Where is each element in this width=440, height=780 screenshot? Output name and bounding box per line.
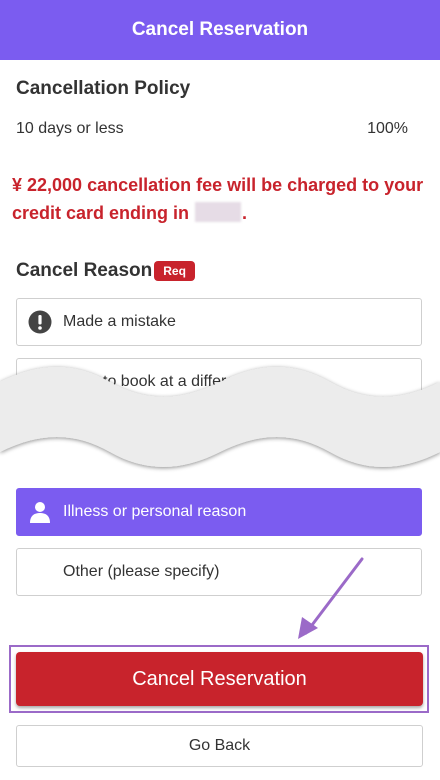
masked-card-number [195, 202, 242, 222]
warning-line-1: ¥ 22,000 cancellation fee will be charge… [12, 175, 424, 195]
cancel-reason-label: Cancel Reason [16, 260, 153, 281]
warning-period: . [242, 203, 248, 223]
policy-rate: 100% [367, 120, 408, 137]
reason-option-label: Illness or personal reason [63, 503, 247, 520]
policy-title: Cancellation Policy [16, 78, 191, 99]
reason-option-label: Made a mistake [63, 313, 176, 330]
warning-line-2: credit card ending in . [12, 199, 432, 227]
warning-card-text: credit card ending in [12, 203, 190, 223]
cancel-reason-heading: Cancel Reason Req [16, 260, 195, 282]
torn-page-divider [0, 367, 440, 467]
annotation-arrow-icon [298, 557, 364, 639]
person-icon [17, 500, 63, 524]
exclamation-icon [17, 310, 63, 334]
page-header: Cancel Reservation [0, 0, 440, 60]
cancellation-fee-warning: ¥ 22,000 cancellation fee will be charge… [12, 171, 432, 227]
page-title: Cancel Reservation [131, 19, 309, 40]
reason-option-mistake[interactable]: Made a mistake [16, 298, 422, 346]
policy-row: 10 days or less 100% [16, 120, 408, 138]
reason-option-illness[interactable]: Illness or personal reason [16, 488, 422, 536]
reason-option-label: Other (please specify) [63, 563, 220, 580]
go-back-button[interactable]: Go Back [16, 725, 423, 767]
required-badge: Req [154, 261, 195, 281]
policy-condition: 10 days or less [16, 120, 124, 137]
cancel-reservation-button[interactable]: Cancel Reservation [16, 652, 423, 706]
